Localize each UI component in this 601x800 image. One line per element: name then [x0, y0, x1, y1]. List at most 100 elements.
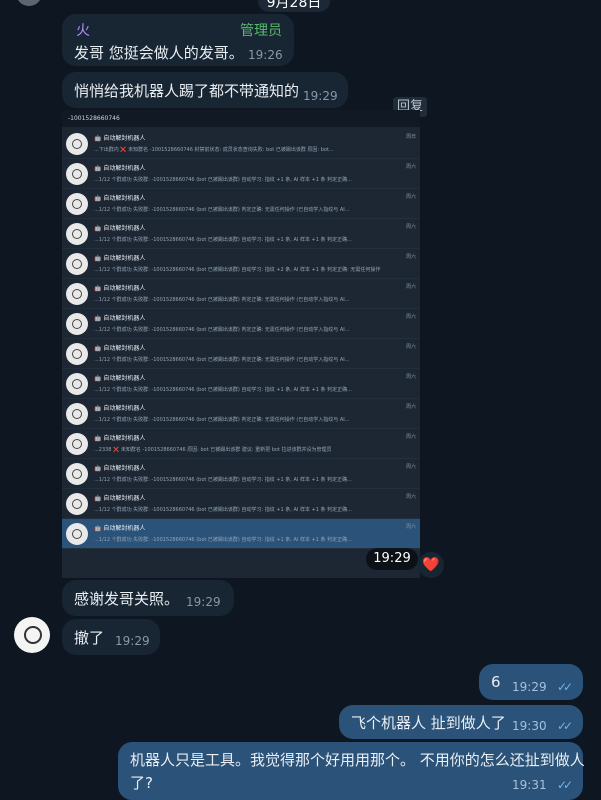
chat-list-row: 🤖 自动解封机器人 ...1/12 个群成功 失败群: -100152866074…: [62, 309, 420, 339]
chat-preview: ...1/12 个群成功 失败群: -1001528660746 (bot 已被…: [94, 537, 352, 543]
message-text: 飞个机器人 扯到做人了: [351, 714, 506, 732]
message-text: 机器人只是工具。我觉得那个好用用那个。 不用你的怎么还扯到做人: [130, 751, 585, 769]
chat-preview: ...1/12 个群成功 失败群: -1001528660746 (bot 已被…: [94, 177, 352, 183]
chat-title: 🤖 自动解封机器人: [94, 525, 146, 532]
chat-date: 周六: [405, 374, 416, 380]
message-time: 19:30: [512, 719, 547, 733]
read-check-icon: ✓✓: [557, 719, 573, 733]
chat-list-row: 🤖 自动解封机器人 ...1/12 个群成功 失败群: -100152866074…: [62, 249, 420, 279]
message-time: 19:29: [512, 680, 547, 694]
admin-badge: 管理员: [240, 23, 282, 39]
outgoing-message[interactable]: 机器人只是工具。我觉得那个好用用那个。 不用你的怎么还扯到做人 了? 19:31…: [118, 742, 585, 800]
message-text: 悄悄给我机器人踢了都不带通知的: [74, 82, 300, 100]
message-time: 19:29: [115, 634, 150, 648]
chat-list-row: 🤖 自动解封机器人 ...1/12 个群成功 失败群: -100152866074…: [62, 519, 420, 549]
bot-avatar: [66, 283, 88, 305]
bot-avatar: [66, 373, 88, 395]
chat-list-row: 🤖 自动解封机器人 ...1/12 个群成功 失败群: -100152866074…: [62, 189, 420, 219]
chat-date: 周六: [405, 224, 416, 230]
chat-preview: ...1/12 个群成功 失败群: -1001528660746 (bot 已被…: [94, 237, 352, 243]
chat-preview: ...1/12 个群成功 失败群: -1001528660746 (bot 已被…: [94, 357, 350, 363]
chat-preview: ...1/12 个群成功 失败群: -1001528660746 (bot 已被…: [94, 267, 381, 273]
chat-title: 🤖 自动解封机器人: [94, 495, 146, 502]
bot-avatar: [66, 493, 88, 515]
chat-list-row: 🤖 自动解封机器人 ...1/12 个群成功 失败群: -100152866074…: [62, 369, 420, 399]
message-time: 19:29: [303, 89, 338, 103]
chat-preview: ...1/12 个群成功 失败群: -1001528660746 (bot 已被…: [94, 207, 350, 213]
chat-date: 周六: [405, 404, 416, 410]
chat-title: 🤖 自动解封机器人: [94, 435, 146, 442]
user-avatar-peek[interactable]: [16, 0, 42, 6]
chat-date: 周六: [405, 194, 416, 200]
chat-title: 🤖 自动解封机器人: [94, 135, 146, 142]
chat-date: 周六: [405, 434, 416, 440]
chat-preview: ...1/12 个群成功 失败群: -1001528660746 (bot 已被…: [94, 327, 350, 333]
chat-title: 🤖 自动解封机器人: [94, 225, 146, 232]
outgoing-message[interactable]: 飞个机器人 扯到做人了 19:30 ✓✓: [339, 705, 583, 739]
chat-date: 周六: [405, 464, 416, 470]
message-text-line2: 了?: [130, 774, 153, 792]
message-time: 19:26: [248, 48, 283, 62]
chat-preview: ...1/12 个群成功 失败群: -1001528660746 (bot 已被…: [94, 417, 350, 423]
chat-title: 🤖 自动解封机器人: [94, 375, 146, 382]
chat-list-row: 🤖 自动解封机器人 ...下出群内 ❌ 未知群名 -1001528660746 封…: [62, 129, 420, 159]
chat-title: 🤖 自动解封机器人: [94, 285, 146, 292]
chat-date: 周六: [405, 284, 416, 290]
chat-list-row: 🤖 自动解封机器人 ...1/12 个群成功 失败群: -100152866074…: [62, 279, 420, 309]
chat-date: 周日: [405, 134, 416, 140]
outgoing-message[interactable]: 6 19:29 ✓✓: [479, 664, 583, 700]
sender-name[interactable]: 火: [76, 20, 90, 40]
bot-avatar: [66, 403, 88, 425]
bot-avatar: [66, 343, 88, 365]
chat-preview: ...1/12 个群成功 失败群: -1001528660746 (bot 已被…: [94, 387, 352, 393]
message-bubble[interactable]: 撤了 19:29: [62, 619, 160, 655]
chat-list-row: 🤖 自动解封机器人 ...1/12 个群成功 失败群: -100152866074…: [62, 339, 420, 369]
chat-date: 周六: [405, 164, 416, 170]
user-avatar[interactable]: [14, 617, 50, 653]
chat-preview: ...2338 ❌ 未知群名 -1001528660746 原因: bot 已被…: [94, 447, 332, 453]
message-text: 感谢发哥关照。: [74, 590, 180, 608]
chat-date: 周六: [405, 524, 416, 530]
chat-date: 周六: [405, 254, 416, 260]
message-text: 发哥 您挺会做人的发哥。: [74, 44, 244, 62]
chat-list-row: 🤖 自动解封机器人 ...2338 ❌ 未知群名 -1001528660746 原…: [62, 429, 420, 459]
date-header: 9月28日: [258, 0, 330, 12]
chat-list-row: 🤖 自动解封机器人 ...1/12 个群成功 失败群: -100152866074…: [62, 159, 420, 189]
chat-title: 🤖 自动解封机器人: [94, 315, 146, 322]
chat-date: 周六: [405, 494, 416, 500]
chat-list-row: 🤖 自动解封机器人 ...1/12 个群成功 失败群: -100152866074…: [62, 489, 420, 519]
bot-avatar: [66, 193, 88, 215]
bot-avatar: [66, 133, 88, 155]
message-time: 19:31: [512, 778, 547, 792]
screenshot-image[interactable]: -1001528660746 🤖 自动解封机器人 ...下出群内 ❌ 未知群名 -…: [62, 110, 420, 578]
message-bubble[interactable]: 悄悄给我机器人踢了都不带通知的 19:29: [62, 72, 348, 108]
chat-date: 周六: [405, 344, 416, 350]
chat-preview: ...下出群内 ❌ 未知群名 -1001528660746 封禁前状态: 成员状…: [94, 147, 334, 153]
bot-avatar: [66, 463, 88, 485]
chat-preview: ...1/12 个群成功 失败群: -1001528660746 (bot 已被…: [94, 297, 350, 303]
search-input: -1001528660746: [62, 110, 420, 127]
read-check-icon: ✓✓: [557, 778, 573, 792]
heart-reaction-icon[interactable]: ❤️: [418, 552, 444, 578]
message-time: 19:29: [366, 548, 418, 570]
chat-title: 🤖 自动解封机器人: [94, 345, 146, 352]
chat-list-row: 🤖 自动解封机器人 ...1/12 个群成功 失败群: -100152866074…: [62, 219, 420, 249]
message-bubble[interactable]: 感谢发哥关照。 19:29: [62, 580, 234, 616]
message-text: 6: [491, 673, 501, 691]
read-check-icon: ✓✓: [557, 680, 573, 694]
chat-date: 周六: [405, 314, 416, 320]
chat-title: 🤖 自动解封机器人: [94, 405, 146, 412]
chat-preview: ...1/12 个群成功 失败群: -1001528660746 (bot 已被…: [94, 477, 352, 483]
bot-avatar: [66, 523, 88, 545]
bot-avatar: [66, 223, 88, 245]
chat-preview: ...1/12 个群成功 失败群: -1001528660746 (bot 已被…: [94, 507, 352, 513]
message-text: 撤了: [74, 629, 105, 647]
chat-title: 🤖 自动解封机器人: [94, 195, 146, 202]
message-time: 19:29: [186, 595, 221, 609]
chat-title: 🤖 自动解封机器人: [94, 465, 146, 472]
chat-title: 🤖 自动解封机器人: [94, 165, 146, 172]
bot-avatar: [66, 253, 88, 275]
chat-list-row: 🤖 自动解封机器人 ...1/12 个群成功 失败群: -100152866074…: [62, 459, 420, 489]
message-bubble[interactable]: 火 管理员 发哥 您挺会做人的发哥。 19:26: [62, 14, 294, 66]
chat-list-row: 🤖 自动解封机器人 ...1/12 个群成功 失败群: -100152866074…: [62, 399, 420, 429]
